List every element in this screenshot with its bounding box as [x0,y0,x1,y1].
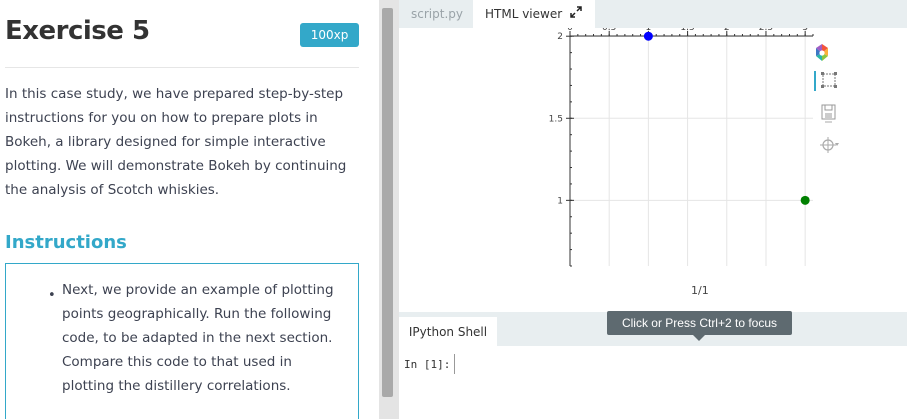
app-root: Exercise 5 100xp In this case study, we … [0,0,907,419]
tooltip-arrow [693,335,705,341]
x-tick-label: 0 [567,28,573,33]
tab-html-viewer[interactable]: HTML viewer [473,0,595,28]
y-tick-label: 2 [557,32,563,42]
html-viewer: 0 0.5 1 1.5 2 2.5 3 1 1.5 2 1/1 [399,28,907,312]
y-tick-label: 1.5 [549,114,563,124]
ipython-shell[interactable]: In [1]: [399,346,907,419]
tab-html-viewer-label: HTML viewer [485,7,563,21]
data-point [643,31,653,41]
hover-icon[interactable] [810,134,840,156]
workspace-panel: script.py HTML viewer 0 0.5 1 1.5 2 2.5 3 1 1.5 2… [399,0,907,419]
editor-tabbar: script.py HTML viewer [399,0,907,28]
instructions-box: • Next, we provide an example of plottin… [5,263,359,419]
bokeh-toolbar [810,42,840,162]
title-divider [5,67,359,68]
xp-badge: 100xp [300,23,359,47]
instruction-item: Next, we provide an example of plotting … [62,282,334,394]
x-tick-label: 0.5 [602,28,616,33]
x-tick-label: 3 [802,28,808,33]
save-icon[interactable] [810,102,840,124]
page-indicator: 1/1 [691,284,709,297]
exercise-title: Exercise 5 [5,16,150,46]
box-zoom-icon[interactable] [810,70,840,92]
x-tick-label: 1.5 [680,28,694,33]
expand-arrows-icon[interactable] [569,5,583,19]
x-tick-label: 2 [724,28,730,33]
shell-cursor [454,354,455,374]
tab-ipython-shell[interactable]: IPython Shell [399,317,497,346]
scrollbar-thumb[interactable] [382,8,393,397]
exercise-description: In this case study, we have prepared ste… [5,86,347,198]
bullet-marker: • [48,288,56,303]
bokeh-logo-icon [816,44,828,61]
shell-prompt: In [1]: [404,358,451,371]
exercise-panel: Exercise 5 100xp In this case study, we … [0,0,379,419]
data-point [800,195,810,205]
tab-script[interactable]: script.py [399,0,475,28]
focus-tooltip: Click or Press Ctrl+2 to focus [607,311,792,335]
instructions-heading: Instructions [5,232,127,253]
x-tick-label: 2.5 [759,28,773,33]
y-tick-label: 1 [557,196,563,206]
